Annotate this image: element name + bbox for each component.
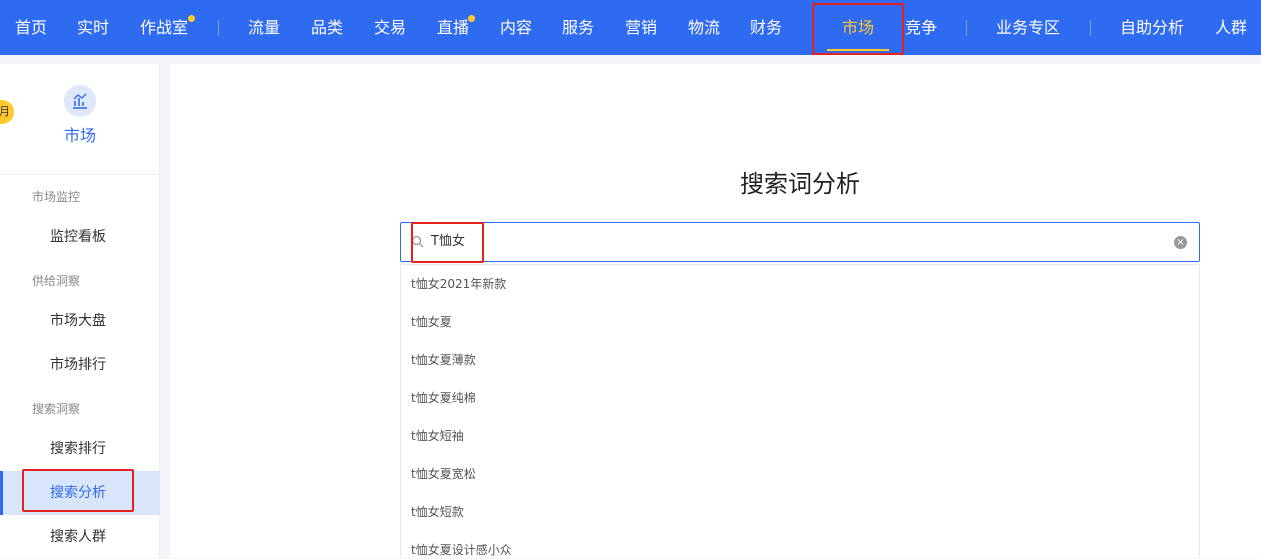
sidebar-item-market-overview[interactable]: 市场大盘	[0, 299, 160, 343]
sidebar-item-monitor-board[interactable]: 监控看板	[0, 215, 160, 259]
top-nav: 首页 实时 作战室 流量 品类 交易 直播 内容 服务 营销 物流 财务 市场 …	[0, 0, 1261, 55]
suggestion-item[interactable]: t恤女2021年新款	[411, 265, 506, 303]
nav-item-competition[interactable]: 竞争	[905, 0, 937, 55]
nav-item-business-zone[interactable]: 业务专区	[996, 0, 1060, 55]
nav-item-trade[interactable]: 交易	[374, 0, 406, 55]
nav-item-logistics[interactable]: 物流	[688, 0, 720, 55]
nav-item-traffic[interactable]: 流量	[248, 0, 280, 55]
nav-item-live[interactable]: 直播	[437, 0, 469, 55]
nav-item-service[interactable]: 服务	[562, 0, 594, 55]
sidebar-item-search-audience[interactable]: 搜索人群	[0, 515, 160, 559]
search-input[interactable]: T恤女 ×	[400, 222, 1200, 262]
nav-item-marketing[interactable]: 营销	[625, 0, 657, 55]
market-chart-icon	[64, 85, 96, 117]
sidebar-group-label: 供给洞察	[32, 274, 81, 288]
sidebar-title: 市场	[63, 126, 96, 145]
nav-item-content[interactable]: 内容	[500, 0, 532, 55]
sidebar-item-market-ranking[interactable]: 市场排行	[0, 343, 160, 387]
sidebar-item-search-analysis[interactable]: 搜索分析	[0, 471, 160, 515]
month-badge[interactable]: 月	[0, 100, 14, 124]
page-title: 搜索词分析	[740, 170, 860, 198]
search-input-value: T恤女	[431, 234, 465, 249]
suggestion-dropdown: t恤女2021年新款 t恤女夏 t恤女夏薄款 t恤女夏纯棉 t恤女短袖 t恤女夏…	[400, 264, 1200, 558]
sidebar-group-label: 搜索洞察	[32, 402, 81, 416]
search-icon	[411, 235, 424, 248]
suggestion-item[interactable]: t恤女夏宽松	[411, 455, 476, 493]
suggestion-item[interactable]: t恤女夏	[411, 303, 452, 341]
nav-item-self-analysis[interactable]: 自助分析	[1120, 0, 1184, 55]
main-content: 搜索词分析 T恤女 × t恤女2021年新款 t恤女夏 t恤女夏薄款 t恤女夏纯…	[170, 64, 1261, 558]
notification-dot	[188, 15, 195, 22]
nav-item-audience[interactable]: 人群	[1215, 0, 1247, 55]
notification-dot	[468, 15, 475, 22]
sidebar-group-label: 市场监控	[32, 190, 81, 204]
sidebar: 月 市场 市场监控 监控看板 供给洞察 市场大盘 市场排行 搜索洞察 搜索排行 …	[0, 64, 160, 558]
suggestion-item[interactable]: t恤女短款	[411, 493, 464, 531]
suggestion-item[interactable]: t恤女短袖	[411, 417, 464, 455]
nav-separator	[1090, 20, 1091, 36]
suggestion-item[interactable]: t恤女夏纯棉	[411, 379, 476, 417]
nav-item-market[interactable]: 市场	[842, 0, 874, 55]
nav-separator	[218, 20, 219, 36]
nav-item-category[interactable]: 品类	[311, 0, 343, 55]
nav-item-realtime[interactable]: 实时	[77, 0, 109, 55]
suggestion-item[interactable]: t恤女夏设计感小众	[411, 531, 512, 558]
nav-item-home[interactable]: 首页	[15, 0, 47, 55]
sidebar-item-search-ranking[interactable]: 搜索排行	[0, 427, 160, 471]
nav-separator	[966, 20, 967, 36]
nav-item-finance[interactable]: 财务	[750, 0, 782, 55]
sidebar-divider	[0, 174, 160, 175]
suggestion-item[interactable]: t恤女夏薄款	[411, 341, 476, 379]
clear-icon[interactable]: ×	[1174, 236, 1187, 249]
active-tab-underline	[827, 49, 889, 51]
nav-item-war-room[interactable]: 作战室	[140, 0, 188, 55]
